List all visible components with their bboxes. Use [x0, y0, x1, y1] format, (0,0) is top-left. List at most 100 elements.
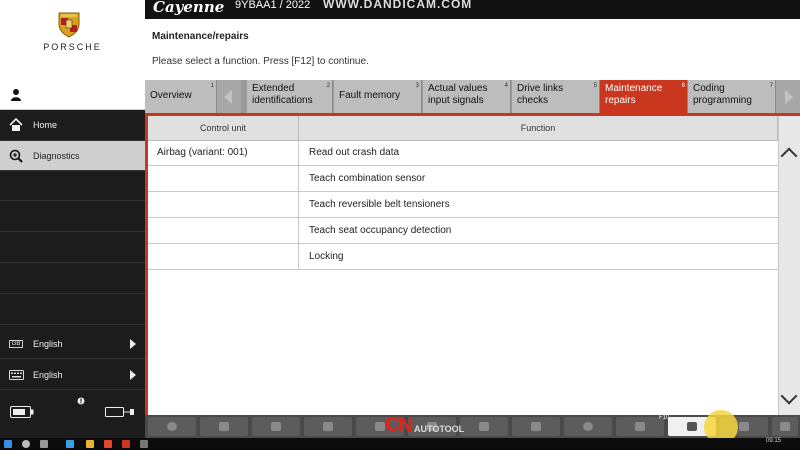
function-cell[interactable]: Teach seat occupancy detection [299, 218, 778, 243]
explorer-icon[interactable] [86, 440, 94, 448]
column-header-control-unit: Control unit [148, 116, 299, 140]
control-unit-cell [148, 218, 299, 243]
porsche-crest-icon [58, 12, 80, 38]
app-icon[interactable] [104, 440, 112, 448]
taskbar-clock: 09:15 [766, 438, 782, 444]
chevron-right-icon [130, 370, 136, 380]
function-cell[interactable]: Teach combination sensor [299, 166, 778, 191]
language-label: English [33, 369, 63, 380]
function-cell[interactable]: Locking [299, 244, 778, 269]
function-cell[interactable]: Teach reversible belt tensioners [299, 192, 778, 217]
info-icon [77, 397, 85, 407]
toolbar-button-1[interactable] [148, 417, 196, 436]
tab-number: 6 [681, 83, 685, 89]
function-cell[interactable]: Read out crash data [299, 140, 778, 165]
task-view-icon[interactable] [40, 440, 48, 448]
chart-icon [323, 422, 333, 431]
table-row[interactable]: Locking [148, 244, 778, 270]
tab-maintenance-repairs[interactable]: Maintenance repairs 6 [600, 80, 688, 113]
sidebar-item-home[interactable]: Home [0, 110, 145, 141]
sidebar-empty-row [0, 233, 145, 263]
sidebar-empty-row [0, 171, 145, 201]
toolbar-button-next[interactable] [772, 417, 798, 436]
scroll-up-icon[interactable] [780, 147, 798, 165]
tab-number: 3 [415, 83, 419, 89]
home-icon [5, 118, 27, 132]
tab-number: 2 [326, 83, 330, 89]
user-button[interactable] [0, 80, 145, 110]
language-label: English [33, 338, 63, 349]
table-scrollbar[interactable] [778, 116, 800, 415]
control-unit-cell [148, 192, 299, 217]
logo-panel: PORSCHE [0, 0, 145, 80]
diagnostics-search-icon [5, 149, 27, 163]
phone-icon [167, 422, 177, 431]
sidebar-item-diagnostics[interactable]: Diagnostics [0, 141, 145, 171]
tab-extended-identifications[interactable]: Extended identifications 2 [247, 80, 333, 113]
tab-drive-links-checks[interactable]: Drive links checks 5 [512, 80, 600, 113]
function-table: Control unit Function Airbag (variant: 0… [145, 113, 800, 415]
toolbar-button-3[interactable] [252, 417, 300, 436]
control-unit-cell [148, 166, 299, 191]
toolbar-button-4[interactable] [304, 417, 352, 436]
piwis-icon[interactable] [122, 440, 130, 448]
tab-scroll-left-button[interactable] [217, 80, 241, 113]
windows-start-icon[interactable] [4, 440, 12, 448]
taskbar-search-icon[interactable] [22, 440, 30, 448]
toolbar-button-help[interactable] [200, 417, 248, 436]
language-select-ui[interactable]: GB English [0, 329, 145, 359]
brand-wordmark: PORSCHE [43, 42, 102, 52]
tab-label: Extended identifications [252, 83, 313, 106]
f10-key-label: F10 [659, 415, 670, 421]
tab-label: Actual values input signals [428, 83, 488, 106]
arrow-right-icon [785, 90, 793, 104]
keyboard-icon [5, 369, 27, 380]
scroll-down-icon[interactable] [780, 387, 798, 405]
toolbar-button-9[interactable] [564, 417, 612, 436]
tab-bar: Overview 1 Extended identifications 2 Fa… [145, 80, 800, 113]
tab-fault-memory[interactable]: Fault memory 3 [334, 80, 422, 113]
document-icon [271, 422, 281, 431]
tab-overview[interactable]: Overview 1 [145, 80, 217, 113]
double-arrow-right-icon [780, 422, 790, 431]
tab-label: Maintenance repairs [605, 83, 663, 106]
print-icon [479, 422, 489, 431]
watermark-text: WWW.DANDICAM.COM [323, 0, 473, 11]
tab-scroll-right-button[interactable] [776, 80, 800, 113]
control-unit-cell [148, 244, 299, 269]
page-instruction: Please select a function. Press [F12] to… [152, 56, 369, 67]
os-taskbar [0, 438, 800, 450]
comment-icon [635, 422, 645, 431]
table-row[interactable]: Teach seat occupancy detection [148, 218, 778, 244]
tab-coding-programming[interactable]: Coding programming 7 [688, 80, 776, 113]
table-row[interactable]: Airbag (variant: 001) Read out crash dat… [148, 140, 778, 166]
bottom-toolbar [145, 415, 800, 438]
edge-icon[interactable] [66, 440, 74, 448]
overlay-logo-text: AUTOTOOL [414, 424, 465, 434]
tab-number: 4 [504, 83, 508, 89]
app-icon[interactable] [140, 440, 148, 448]
vehicle-bar: Cayenne 9YBAA1 / 2022 WWW.DANDICAM.COM [145, 0, 800, 19]
toolbar-button-7[interactable] [460, 417, 508, 436]
wrench-icon [531, 422, 541, 431]
help-icon [219, 422, 229, 431]
car-icon [375, 422, 385, 431]
tab-label: Overview [150, 90, 192, 101]
language-select-keyboard[interactable]: English [0, 360, 145, 390]
tab-label: Drive links checks [517, 83, 564, 106]
tab-number: 7 [769, 83, 773, 89]
page-header: Maintenance/repairs Please select a func… [145, 19, 800, 80]
sidebar-item-label: Home [33, 120, 58, 130]
toolbar-button-8[interactable] [512, 417, 560, 436]
sidebar-item-label: Diagnostics [33, 150, 80, 161]
tab-actual-values[interactable]: Actual values input signals 4 [423, 80, 511, 113]
control-unit-cell: Airbag (variant: 001) [148, 140, 299, 165]
table-row[interactable]: Teach combination sensor [148, 166, 778, 192]
table-row[interactable]: Teach reversible belt tensioners [148, 192, 778, 218]
search-icon [583, 422, 593, 431]
flag-gb-icon: GB [5, 339, 27, 348]
toolbar-button-10[interactable] [616, 417, 664, 436]
tab-number: 5 [593, 83, 597, 89]
clipboard-icon [687, 422, 697, 431]
tab-number: 1 [210, 83, 214, 89]
